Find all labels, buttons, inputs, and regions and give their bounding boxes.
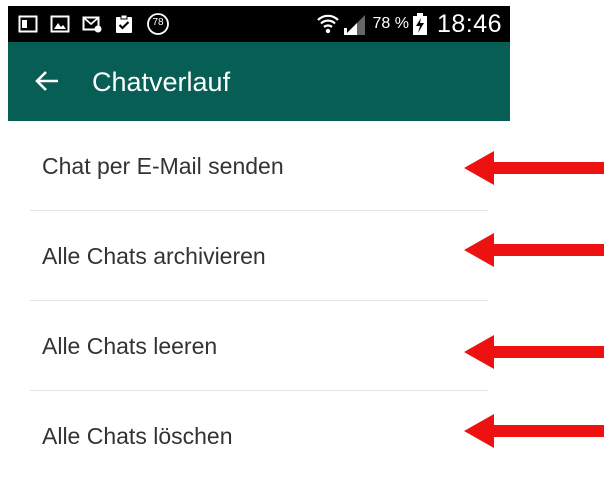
menu-item-archive-all[interactable]: Alle Chats archivieren [8,211,510,300]
badge-count: 78 [152,17,164,28]
back-button[interactable] [30,64,64,98]
notification-icons: 78 [18,13,170,35]
menu-item-label: Chat per E-Mail senden [42,153,284,179]
menu-item-clear-all[interactable]: Alle Chats leeren [8,301,510,390]
status-bar: 78 78 % 18:46 [8,6,510,42]
phone-screen: 78 78 % 18:46 Chatverlauf Chat per E-Mai… [8,6,510,475]
mail-icon [82,14,102,34]
battery-percent: 78 % [372,15,409,32]
clock: 18:46 [436,9,502,38]
annotation-arrow-icon [464,335,604,369]
annotation-arrow-icon [464,414,604,448]
wifi-icon [316,12,340,36]
badge-icon: 78 [146,13,170,35]
chat-history-menu: Chat per E-Mail senden Alle Chats archiv… [8,121,510,480]
menu-item-delete-all[interactable]: Alle Chats löschen [8,391,510,480]
cellular-signal-icon [344,12,366,36]
battery-charging-icon [412,13,427,35]
gallery-icon [50,14,70,34]
menu-item-label: Alle Chats leeren [42,333,218,359]
annotation-arrow-icon [464,233,604,267]
arrow-left-icon [35,71,58,91]
menu-item-label: Alle Chats archivieren [42,243,266,269]
app-window-icon [18,14,38,34]
menu-item-label: Alle Chats löschen [42,423,233,449]
system-status: 78 % 18:46 [316,10,502,38]
clipboard-check-icon [114,14,134,34]
app-bar: Chatverlauf [8,42,510,121]
annotation-arrow-icon [464,151,604,185]
menu-item-email-chat[interactable]: Chat per E-Mail senden [8,121,510,210]
page-title: Chatverlauf [92,67,231,97]
